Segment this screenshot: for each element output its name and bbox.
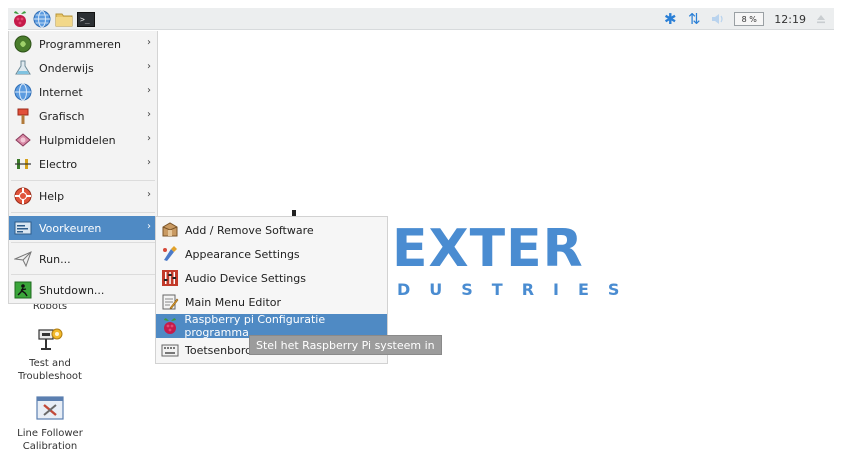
browser-globe-icon[interactable] (33, 10, 51, 28)
submenu-item-audio-device-settings[interactable]: Audio Device Settings (156, 266, 387, 290)
programming-icon (13, 34, 33, 54)
submenu-item-appearance-settings[interactable]: Appearance Settings (156, 242, 387, 266)
audio-mixer-icon (160, 268, 180, 288)
submenu-item-label: Main Menu Editor (185, 295, 282, 309)
clock[interactable]: 12:19 (772, 13, 806, 26)
submenu-item-label: Audio Device Settings (185, 271, 306, 285)
accessories-icon (13, 130, 33, 150)
keyboard-icon (160, 340, 180, 360)
tooltip: Stel het Raspberry Pi systeem in (249, 335, 442, 355)
submenu-arrow-icon: › (147, 133, 151, 144)
menu-item-grafisch[interactable]: Grafisch › (9, 104, 157, 128)
menu-item-label: Onderwijs (39, 61, 94, 75)
menu-item-voorkeuren[interactable]: Voorkeuren › (9, 216, 157, 240)
taskbar: >_ ✱ ⇅ 8 % 12:19 (8, 8, 834, 30)
submenu-arrow-icon: › (147, 157, 151, 168)
desktop-icon-label: Calibration (22, 441, 78, 452)
menu-item-label: Grafisch (39, 109, 85, 123)
menu-item-label: Programmeren (39, 37, 121, 51)
submenu-item-label: Add / Remove Software (185, 223, 314, 237)
submenu-arrow-icon: › (147, 221, 151, 232)
troubleshoot-icon (35, 324, 65, 354)
menu-item-help[interactable]: Help › (9, 184, 157, 208)
cpu-usage-monitor[interactable]: 8 % (734, 12, 765, 26)
menu-item-label: Help (39, 189, 65, 203)
menu-separator (11, 274, 155, 275)
wallpaper-logo-subtext: DUSTRIES (397, 280, 639, 299)
terminal-prompt: >_ (77, 11, 95, 27)
package-icon (160, 220, 180, 240)
menu-editor-icon (160, 292, 180, 312)
taskbar-launchers: >_ (8, 8, 95, 30)
menu-item-onderwijs[interactable]: Onderwijs › (9, 56, 157, 80)
desktop-icon-label: Test and (29, 358, 71, 369)
menu-item-hulpmiddelen[interactable]: Hulpmiddelen › (9, 128, 157, 152)
menu-item-shutdown[interactable]: Shutdown... (9, 278, 157, 302)
calibration-icon (35, 394, 65, 424)
terminal-icon[interactable]: >_ (77, 10, 95, 28)
wallpaper-logo-text: EXTER (392, 219, 584, 279)
raspberry-icon (160, 316, 179, 336)
appearance-icon (160, 244, 180, 264)
menu-item-label: Run... (39, 252, 71, 266)
submenu-item-add-remove-software[interactable]: Add / Remove Software (156, 218, 387, 242)
globe-icon (13, 82, 33, 102)
menu-item-run[interactable]: Run... (9, 247, 157, 271)
menu-item-label: Electro (39, 157, 78, 171)
menu-item-label: Voorkeuren (39, 221, 102, 235)
electronics-icon (13, 154, 33, 174)
file-manager-folder-icon[interactable] (55, 10, 73, 28)
volume-icon[interactable] (710, 11, 726, 27)
submenu-arrow-icon: › (147, 85, 151, 96)
system-tray: ✱ ⇅ 8 % 12:19 (662, 8, 828, 30)
menu-item-internet[interactable]: Internet › (9, 80, 157, 104)
desktop-icon-label: Line Follower (17, 428, 83, 439)
menu-separator (11, 242, 155, 243)
shutdown-icon (13, 280, 33, 300)
menu-separator (11, 212, 155, 213)
main-menu: Programmeren › Onderwijs › Internet › Gr… (8, 31, 158, 304)
desktop-icon-label: Troubleshoot (18, 371, 82, 382)
run-icon (13, 249, 33, 269)
submenu-arrow-icon: › (147, 109, 151, 120)
raspberry-icon[interactable] (11, 10, 29, 28)
menu-item-electro[interactable]: Electro › (9, 152, 157, 176)
menu-item-label: Shutdown... (39, 283, 105, 297)
submenu-arrow-icon: › (147, 61, 151, 72)
graphics-icon (13, 106, 33, 126)
bluetooth-icon[interactable]: ✱ (662, 11, 678, 27)
desktop-icon-line-follower-calibration[interactable]: Line Follower Calibration (10, 394, 90, 453)
submenu-arrow-icon: › (147, 189, 151, 200)
preferences-icon (13, 218, 33, 238)
desktop-icon-test-and-troubleshoot[interactable]: Test and Troubleshoot (10, 324, 90, 383)
eject-icon[interactable] (814, 12, 828, 26)
menu-item-programmeren[interactable]: Programmeren › (9, 32, 157, 56)
network-icon[interactable]: ⇅ (686, 11, 702, 27)
submenu-arrow-icon: › (147, 37, 151, 48)
menu-separator (11, 180, 155, 181)
help-icon (13, 186, 33, 206)
menu-item-label: Internet (39, 85, 83, 99)
education-icon (13, 58, 33, 78)
submenu-item-label: Appearance Settings (185, 247, 300, 261)
submenu-item-main-menu-editor[interactable]: Main Menu Editor (156, 290, 387, 314)
menu-item-label: Hulpmiddelen (39, 133, 116, 147)
